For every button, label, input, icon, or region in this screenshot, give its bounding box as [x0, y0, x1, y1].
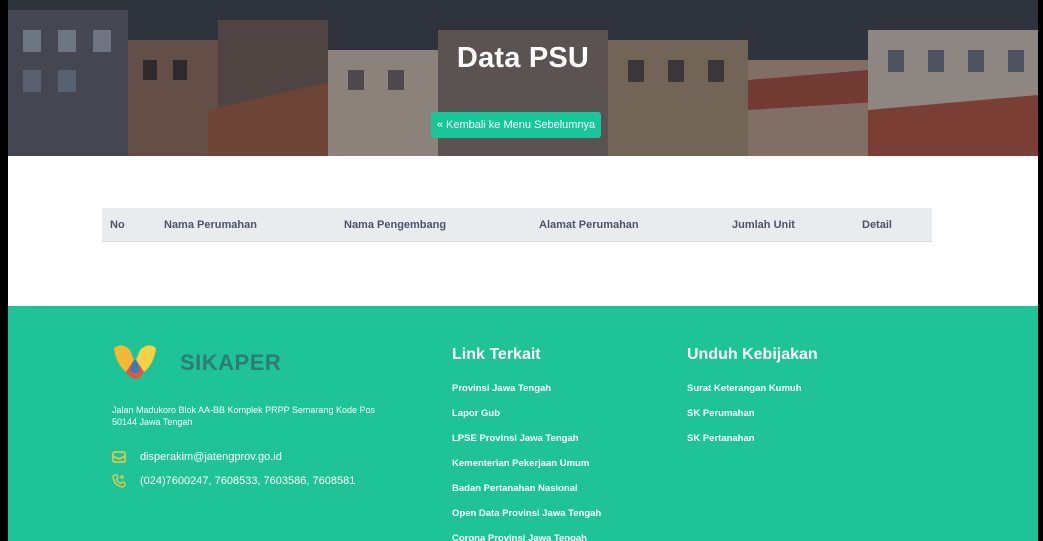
download-sk-pertanahan[interactable]: SK Pertanahan	[687, 433, 755, 444]
link-corona[interactable]: Corona Provinsi Jawa Tengah	[452, 533, 587, 541]
column-header-no[interactable]: No	[110, 219, 125, 231]
column-header-jumlah-unit[interactable]: Jumlah Unit	[732, 219, 795, 231]
mail-icon	[112, 450, 126, 464]
email-text: disperakim@jatengprov.go.id	[140, 451, 282, 463]
download-sk-perumahan[interactable]: SK Perumahan	[687, 408, 755, 419]
column-header-detail[interactable]: Detail	[862, 219, 892, 231]
brand-name: SIKAPER	[180, 350, 282, 375]
link-bpn[interactable]: Badan Pertanahan Nasional	[452, 483, 578, 494]
column-header-nama-perumahan[interactable]: Nama Perumahan	[164, 219, 257, 231]
page: Data PSU « Kembali ke Menu Sebelumnya No…	[8, 0, 1038, 541]
email-contact[interactable]: disperakim@jatengprov.go.id	[112, 450, 282, 464]
link-lpse[interactable]: LPSE Provinsi Jawa Tengah	[452, 433, 579, 444]
link-open-data[interactable]: Open Data Provinsi Jawa Tengah	[452, 508, 601, 519]
address-text: Jalan Madukoro Blok AA-BB Komplek PRPP S…	[112, 405, 375, 427]
download-surat-kumuh[interactable]: Surat Keterangan Kumuh	[687, 383, 802, 394]
hero-banner: Data PSU « Kembali ke Menu Sebelumnya	[8, 0, 1038, 156]
data-table-header: No Nama Perumahan Nama Pengembang Alamat…	[102, 208, 932, 242]
sikaper-logo-icon	[114, 345, 156, 379]
phone-contact[interactable]: (024)7600247, 7608533, 7603586, 7608581	[112, 474, 355, 488]
footer: SIKAPER Jalan Madukoro Blok AA-BB Komple…	[8, 306, 1038, 541]
column-header-nama-pengembang[interactable]: Nama Pengembang	[344, 219, 446, 231]
phone-text: (024)7600247, 7608533, 7603586, 7608581	[140, 475, 356, 487]
link-provinsi-jawa-tengah[interactable]: Provinsi Jawa Tengah	[452, 383, 551, 394]
page-title: Data PSU	[456, 42, 590, 74]
link-lapor-gub[interactable]: Lapor Gub	[452, 408, 500, 419]
downloads-title: Unduh Kebijakan	[687, 346, 818, 363]
phone-icon	[112, 474, 126, 488]
column-header-alamat-perumahan[interactable]: Alamat Perumahan	[539, 219, 639, 231]
back-button[interactable]: « Kembali ke Menu Sebelumnya	[431, 112, 601, 138]
brand-logo[interactable]: SIKAPER	[112, 342, 281, 384]
links-title: Link Terkait	[452, 346, 541, 363]
link-kementerian-pu[interactable]: Kementerian Pekerjaan Umum	[452, 458, 589, 469]
